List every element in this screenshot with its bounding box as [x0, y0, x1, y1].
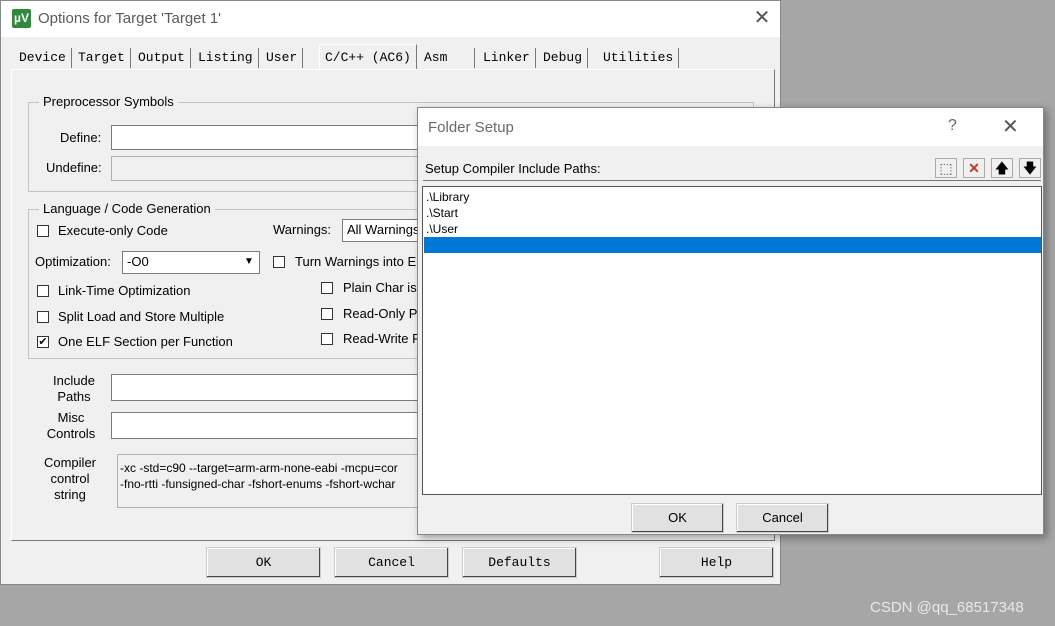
folder-setup-titlebar: Folder Setup ? ✕ [418, 108, 1043, 146]
tab-linker[interactable]: Linker [478, 48, 536, 68]
execute-only-checkbox[interactable] [37, 225, 49, 237]
tab-utilities[interactable]: Utilities [598, 48, 680, 68]
options-dialog-title: Options for Target 'Target 1' [38, 10, 222, 27]
warnings-value: All Warnings [347, 222, 420, 237]
include-paths-label: Include Paths [53, 373, 95, 404]
one-elf-label: One ELF Section per Function [58, 334, 233, 349]
folder-ok-button[interactable]: OK [631, 503, 724, 533]
read-write-checkbox[interactable] [321, 333, 333, 345]
warnings-label: Warnings: [273, 222, 332, 237]
new-folder-icon[interactable]: ⬚ [935, 158, 957, 178]
read-only-checkbox[interactable] [321, 308, 333, 320]
list-item[interactable]: .\User [426, 221, 458, 237]
execute-only-label: Execute-only Code [58, 223, 168, 238]
link-time-checkbox[interactable] [37, 285, 49, 297]
optimization-select[interactable]: -O0 ▼ [122, 251, 260, 274]
plain-char-label: Plain Char is [343, 280, 417, 295]
define-input[interactable] [111, 125, 421, 150]
include-paths-input[interactable] [111, 374, 421, 401]
split-load-checkbox[interactable] [37, 311, 49, 323]
close-icon[interactable]: ✕ [1002, 116, 1019, 138]
keil-app-icon: µV [12, 9, 31, 28]
undefine-label: Undefine: [46, 160, 102, 175]
folder-setup-dialog: Folder Setup ? ✕ Setup Compiler Include … [417, 107, 1044, 535]
defaults-button[interactable]: Defaults [462, 547, 577, 578]
include-paths-header: Setup Compiler Include Paths: ⬚ ✕ 🡅 🡇 [423, 156, 1041, 181]
read-write-label: Read-Write F [343, 331, 421, 346]
preprocessor-group-title: Preprocessor Symbols [39, 94, 178, 109]
turn-warnings-checkbox[interactable] [273, 256, 285, 268]
include-paths-header-label: Setup Compiler Include Paths: [425, 161, 601, 176]
one-elf-checkbox[interactable]: ✔ [37, 336, 49, 348]
warnings-select[interactable]: All Warnings [342, 219, 422, 242]
cancel-button[interactable]: Cancel [334, 547, 449, 578]
options-titlebar: µV Options for Target 'Target 1' ✕ [1, 1, 780, 37]
compiler-string-box[interactable]: -xc -std=c90 --target=arm-arm-none-eabi … [117, 454, 421, 508]
close-icon[interactable]: ✕ [751, 7, 773, 29]
tab-user[interactable]: User [261, 48, 304, 68]
folder-cancel-button[interactable]: Cancel [736, 503, 829, 533]
tab-output[interactable]: Output [133, 48, 191, 68]
language-group-title: Language / Code Generation [39, 201, 215, 216]
list-item[interactable]: .\Library [426, 189, 469, 205]
tab-device[interactable]: Device [14, 48, 72, 68]
new-path-edit-row[interactable] [424, 237, 1041, 253]
tab-debug[interactable]: Debug [538, 48, 589, 68]
split-load-label: Split Load and Store Multiple [58, 309, 225, 324]
plain-char-checkbox[interactable] [321, 282, 333, 294]
list-item[interactable]: .\Start [426, 205, 458, 221]
help-button[interactable]: Help [659, 547, 774, 578]
move-down-icon[interactable]: 🡇 [1019, 158, 1041, 178]
tab-c-cpp-ac6[interactable]: C/C++ (AC6) [319, 44, 417, 70]
misc-controls-input[interactable] [111, 412, 421, 439]
link-time-label: Link-Time Optimization [58, 283, 191, 298]
tab-target[interactable]: Target [73, 48, 131, 68]
compiler-string-label: Compiler control string [43, 455, 96, 502]
read-only-label: Read-Only P [343, 306, 418, 321]
help-icon[interactable]: ? [948, 117, 957, 135]
watermark: CSDN @qq_68517348 [870, 599, 1024, 616]
tab-asm[interactable]: Asm [419, 48, 475, 68]
define-label: Define: [60, 130, 102, 145]
delete-icon[interactable]: ✕ [963, 158, 985, 178]
tab-listing[interactable]: Listing [193, 48, 259, 68]
folder-setup-title: Folder Setup [428, 119, 514, 136]
turn-warnings-label: Turn Warnings into E [295, 254, 417, 269]
optimization-value: -O0 [127, 254, 149, 269]
include-paths-list[interactable]: .\Library .\Start .\User [422, 186, 1042, 495]
ok-button[interactable]: OK [206, 547, 321, 578]
move-up-icon[interactable]: 🡅 [991, 158, 1013, 178]
misc-controls-label: Misc Controls [46, 410, 96, 441]
undefine-input[interactable] [111, 156, 421, 181]
optimization-label: Optimization: [35, 254, 111, 269]
chevron-down-icon[interactable]: ▼ [240, 253, 258, 271]
